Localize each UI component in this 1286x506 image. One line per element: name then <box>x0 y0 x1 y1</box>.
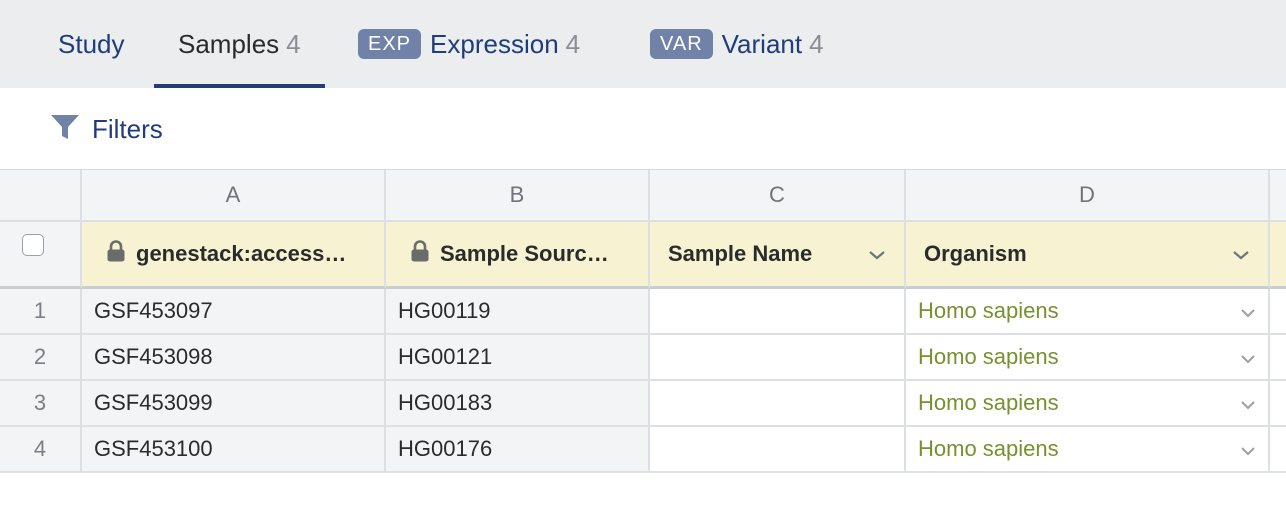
samples-table: A B C D genestack:access… Sample Sourc… … <box>0 169 1286 473</box>
tab-samples[interactable]: Samples 4 <box>154 0 325 88</box>
cell-organism[interactable]: Homo sapiens <box>906 335 1270 381</box>
cell-organism[interactable]: Homo sapiens <box>906 427 1270 473</box>
tab-label: Samples <box>178 28 280 59</box>
exp-badge: EXP <box>358 29 422 59</box>
row-index: 2 <box>0 335 82 381</box>
tab-label: Expression <box>430 28 559 59</box>
row-index: 3 <box>0 381 82 427</box>
chevron-down-icon[interactable] <box>1232 241 1250 267</box>
column-letter-overflow <box>1270 170 1286 222</box>
row-index: 4 <box>0 427 82 473</box>
column-letter: D <box>906 170 1270 222</box>
column-letters-row: A B C D <box>0 170 1286 222</box>
header-organism[interactable]: Organism <box>906 222 1270 289</box>
chevron-down-icon[interactable] <box>868 241 886 267</box>
lock-icon <box>106 240 126 268</box>
organism-value: Homo sapiens <box>918 390 1059 415</box>
cell-organism[interactable]: Homo sapiens <box>906 289 1270 335</box>
tab-variant[interactable]: VAR Variant 4 <box>650 0 824 88</box>
header-label: Sample Name <box>668 241 813 266</box>
cell-accession[interactable]: GSF453097 <box>82 289 386 335</box>
column-letter: B <box>386 170 650 222</box>
header-label: genestack:access… <box>136 241 347 266</box>
chevron-down-icon[interactable] <box>1240 390 1256 416</box>
header-sample-name[interactable]: Sample Name <box>650 222 906 289</box>
header-label: Sample Sourc… <box>440 241 609 266</box>
tab-count: 4 <box>809 28 824 59</box>
tab-count: 4 <box>565 28 581 59</box>
select-all-cell <box>0 222 82 289</box>
chevron-down-icon[interactable] <box>1240 298 1256 324</box>
row-index: 1 <box>0 289 82 335</box>
cell-sample-name[interactable] <box>650 381 906 427</box>
cell-accession[interactable]: GSF453098 <box>82 335 386 381</box>
row-overflow <box>1270 427 1286 473</box>
cell-organism[interactable]: Homo sapiens <box>906 381 1270 427</box>
cell-sample-source[interactable]: HG00119 <box>386 289 650 335</box>
row-overflow <box>1270 335 1286 381</box>
chevron-down-icon[interactable] <box>1240 344 1256 370</box>
row-overflow <box>1270 289 1286 335</box>
var-badge: VAR <box>650 29 713 59</box>
tab-label: Variant <box>721 28 803 59</box>
cell-sample-name[interactable] <box>650 335 906 381</box>
header-overflow <box>1270 222 1286 289</box>
organism-value: Homo sapiens <box>918 436 1059 461</box>
organism-value: Homo sapiens <box>918 344 1059 369</box>
column-letter: C <box>650 170 906 222</box>
cell-sample-source[interactable]: HG00121 <box>386 335 650 381</box>
cell-sample-name[interactable] <box>650 427 906 473</box>
chevron-down-icon[interactable] <box>1240 436 1256 462</box>
header-sample-source[interactable]: Sample Sourc… <box>386 222 650 289</box>
header-accession[interactable]: genestack:access… <box>82 222 386 289</box>
table-row[interactable]: 1 GSF453097 HG00119 Homo sapiens <box>0 289 1286 335</box>
tab-label: Study <box>58 28 125 59</box>
column-letter: A <box>82 170 386 222</box>
cell-accession[interactable]: GSF453100 <box>82 427 386 473</box>
table-row[interactable]: 4 GSF453100 HG00176 Homo sapiens <box>0 427 1286 473</box>
table-row[interactable]: 3 GSF453099 HG00183 Homo sapiens <box>0 381 1286 427</box>
organism-value: Homo sapiens <box>918 298 1059 323</box>
tab-expression[interactable]: EXP Expression 4 <box>358 0 580 88</box>
lock-icon <box>410 240 430 268</box>
tab-bar: Study Samples 4 EXP Expression 4 VAR Var… <box>0 0 1286 88</box>
select-all-checkbox[interactable] <box>22 234 44 256</box>
corner-cell <box>0 170 82 222</box>
filters-button[interactable]: Filters <box>50 111 163 147</box>
filters-label: Filters <box>92 113 163 144</box>
header-row: genestack:access… Sample Sourc… Sample N… <box>0 222 1286 289</box>
cell-sample-name[interactable] <box>650 289 906 335</box>
table-row[interactable]: 2 GSF453098 HG00121 Homo sapiens <box>0 335 1286 381</box>
header-label: Organism <box>924 241 1027 266</box>
funnel-icon <box>50 112 80 147</box>
tab-count: 4 <box>286 28 301 59</box>
cell-accession[interactable]: GSF453099 <box>82 381 386 427</box>
cell-sample-source[interactable]: HG00183 <box>386 381 650 427</box>
cell-sample-source[interactable]: HG00176 <box>386 427 650 473</box>
tab-study[interactable]: Study <box>58 0 125 88</box>
row-overflow <box>1270 381 1286 427</box>
